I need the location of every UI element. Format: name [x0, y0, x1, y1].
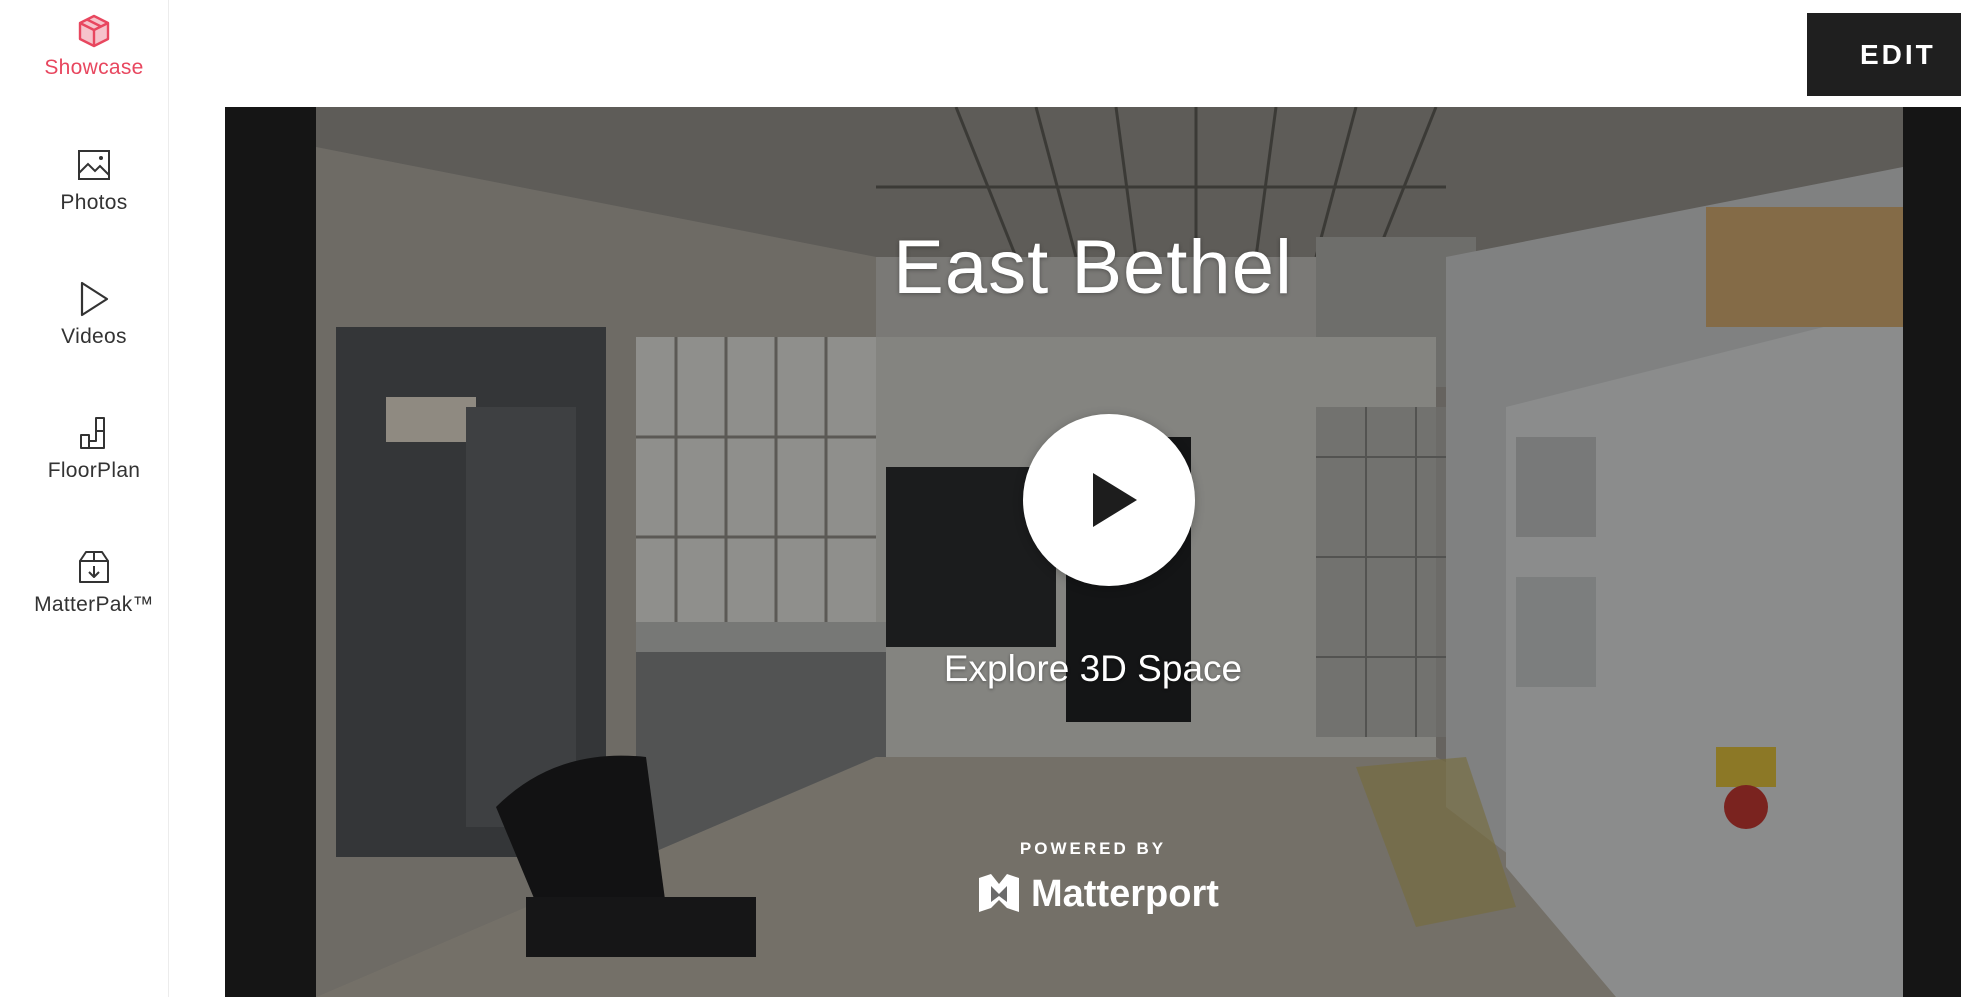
play-outline-icon: [80, 281, 109, 317]
sidebar-item-matterpak[interactable]: MatterPak™: [0, 547, 188, 617]
explore-3d-label[interactable]: Explore 3D Space: [225, 648, 1961, 690]
image-icon: [78, 150, 110, 180]
floorplan-icon: [80, 417, 105, 449]
sidebar-item-showcase[interactable]: Showcase: [0, 10, 188, 80]
sidebar-item-label: Photos: [60, 191, 128, 214]
showcase-viewer[interactable]: East Bethel Explore 3D Space POWERED BY …: [225, 107, 1961, 997]
powered-by-label: POWERED BY: [1019, 839, 1167, 858]
package-download-icon: [79, 551, 109, 583]
sidebar-item-label: Videos: [61, 325, 127, 348]
matterport-brand-text: Matterport: [1031, 872, 1219, 915]
sidebar: Showcase Photos Videos FloorPlan MatterP…: [0, 0, 169, 997]
edit-button[interactable]: EDIT: [1807, 13, 1961, 96]
space-title: East Bethel: [893, 225, 1293, 310]
sidebar-item-photos[interactable]: Photos: [0, 145, 188, 215]
play-button[interactable]: [1023, 414, 1195, 586]
cube-icon: [78, 14, 110, 48]
sidebar-item-label: FloorPlan: [47, 459, 141, 482]
sidebar-item-videos[interactable]: Videos: [0, 279, 188, 349]
play-icon: [1093, 473, 1137, 527]
matterport-logo[interactable]: Matterport: [977, 872, 1219, 916]
matterport-logo-icon: [979, 874, 1019, 912]
sidebar-item-label: Showcase: [44, 56, 144, 79]
sidebar-item-label: MatterPak™: [34, 593, 154, 616]
sidebar-item-floorplan[interactable]: FloorPlan: [0, 413, 188, 483]
